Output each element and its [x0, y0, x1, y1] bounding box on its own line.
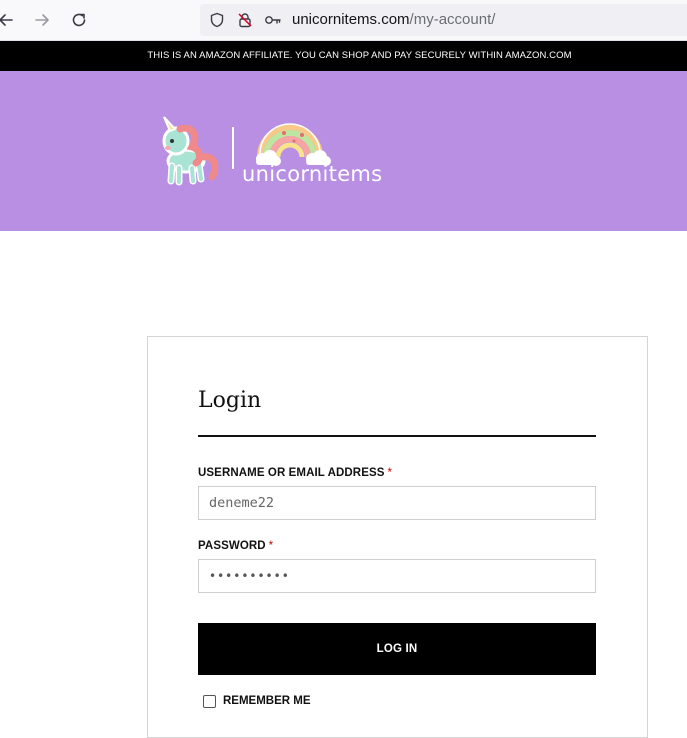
title-divider	[198, 435, 596, 437]
url-text[interactable]: unicornitems.com/my-account/	[292, 11, 495, 29]
url-host: unicornitems.com	[292, 11, 410, 28]
affiliate-banner: THIS IS AN AMAZON AFFILIATE. YOU CAN SHO…	[0, 41, 687, 71]
browser-toolbar: unicornitems.com/my-account/	[0, 0, 687, 41]
url-bar[interactable]: unicornitems.com/my-account/	[200, 4, 687, 36]
password-label-text: PASSWORD	[198, 540, 266, 552]
remember-me-label[interactable]: REMEMBER ME	[223, 695, 311, 707]
username-label: USERNAME OR EMAIL ADDRESS *	[198, 467, 392, 479]
url-path: /my-account/	[409, 11, 496, 28]
password-input[interactable]: ••••••••••	[198, 559, 596, 593]
username-label-text: USERNAME OR EMAIL ADDRESS	[198, 467, 385, 479]
rainbow-icon	[256, 123, 331, 166]
site-header: unicornitems	[0, 71, 687, 231]
shield-icon[interactable]	[208, 11, 226, 29]
arrow-left-icon[interactable]	[0, 8, 18, 32]
affiliate-banner-text: THIS IS AN AMAZON AFFILIATE. YOU CAN SHO…	[147, 50, 572, 61]
required-mark: *	[387, 467, 393, 479]
lock-icon[interactable]	[236, 11, 254, 29]
password-value: ••••••••••	[209, 569, 290, 583]
remember-me[interactable]: REMEMBER ME	[203, 694, 311, 708]
logo-text[interactable]: unicornitems	[242, 161, 382, 187]
key-icon[interactable]	[264, 11, 282, 29]
unicorn-icon	[162, 116, 219, 186]
remember-me-checkbox[interactable]	[203, 694, 216, 708]
reload-icon[interactable]	[67, 8, 91, 32]
login-card: Login USERNAME OR EMAIL ADDRESS * deneme2…	[147, 336, 648, 738]
arrow-right-icon[interactable]	[30, 8, 54, 32]
login-title: Login	[198, 388, 262, 413]
required-mark: *	[268, 540, 274, 552]
username-value: deneme22	[209, 495, 275, 511]
password-label: PASSWORD *	[198, 540, 273, 552]
username-input[interactable]: deneme22	[198, 486, 596, 520]
login-button[interactable]: LOG IN	[198, 623, 596, 675]
